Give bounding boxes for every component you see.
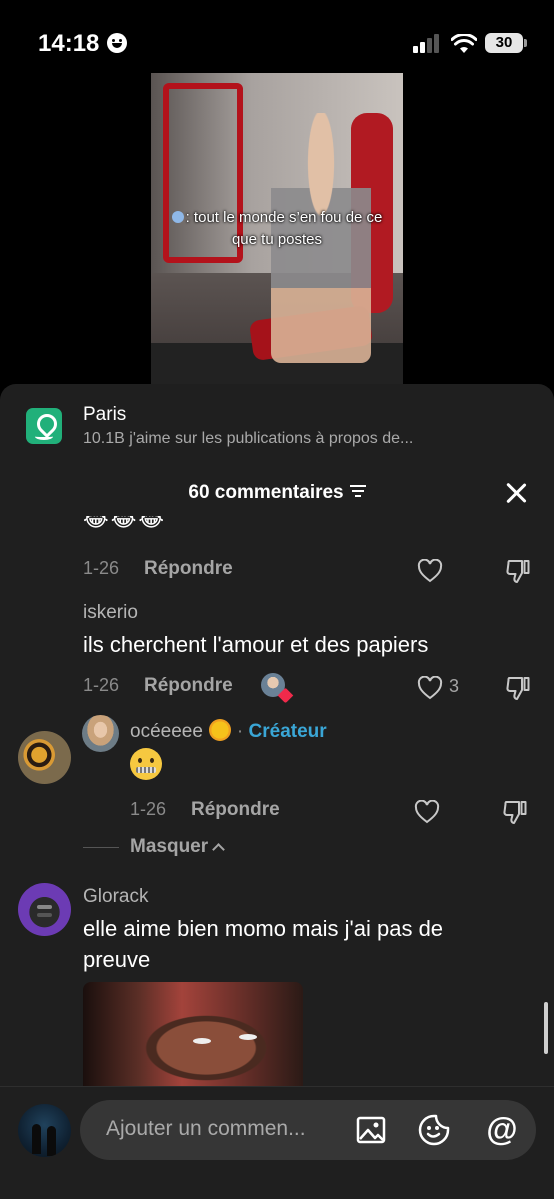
wifi-icon (451, 34, 477, 53)
hide-replies-button[interactable]: Masquer (130, 836, 226, 858)
creator-badge: Créateur (248, 721, 327, 742)
mention-icon[interactable]: @ (485, 1112, 519, 1146)
like-count: 3 (449, 676, 460, 696)
comment-emojis: 😂😂😂 (83, 516, 167, 531)
video-player[interactable]: : tout le monde s’en fou de ce que tu po… (151, 73, 403, 384)
comment-text: ils cherchent l'amour et des papiers (83, 632, 429, 657)
comment-username[interactable]: Glorack (83, 886, 148, 908)
comment-username[interactable]: iskerio (83, 602, 138, 624)
reply-button[interactable]: Répondre (191, 799, 280, 821)
emoji-icon[interactable] (418, 1114, 450, 1146)
comment-text: elle aime bien momo mais j'ai pas de pre… (83, 916, 444, 972)
comment-input-bar: Ajouter un commen... @ (0, 1086, 554, 1199)
speech-bubble-icon (171, 211, 184, 223)
divider (83, 847, 119, 848)
comment-input[interactable]: Ajouter un commen... @ (80, 1100, 536, 1160)
avatar[interactable] (18, 731, 71, 784)
comment-count[interactable]: 60 commentaires (0, 482, 554, 504)
sort-filter-icon (349, 485, 366, 497)
video-caption: : tout le monde s’en fou de ce que tu po… (161, 207, 393, 251)
place-banner[interactable]: Paris 10.1B j'aime sur les publications … (0, 384, 554, 474)
location-pin-icon (26, 408, 62, 444)
dislike-icon[interactable] (505, 558, 531, 584)
comment-username[interactable]: océeeee (130, 721, 203, 742)
comments-sheet: Paris 10.1B j'aime sur les publications … (0, 384, 554, 1199)
comment-date: 1-26 (83, 558, 120, 578)
avatar[interactable] (82, 715, 119, 752)
signal-icon (413, 34, 441, 53)
sun-emoji-icon (208, 719, 231, 741)
my-avatar[interactable] (18, 1104, 71, 1157)
comments-header: 60 commentaires (0, 480, 554, 516)
avatar[interactable] (18, 883, 71, 936)
comment-image[interactable] (83, 982, 303, 1086)
comment-input-placeholder: Ajouter un commen... (106, 1117, 306, 1140)
dislike-icon[interactable] (502, 799, 528, 825)
reply-username-line: océeeee · Créateur (130, 719, 327, 743)
image-icon[interactable] (356, 1116, 386, 1144)
battery-icon: 30 (485, 33, 527, 53)
heart-icon[interactable] (417, 676, 443, 700)
reply-button[interactable]: Répondre (144, 558, 233, 580)
close-icon[interactable] (503, 480, 529, 506)
chevron-up-icon (212, 843, 226, 856)
creator-liked-badge (261, 673, 285, 697)
heart-icon[interactable] (417, 559, 443, 583)
heart-icon[interactable] (414, 800, 440, 824)
zipper-mouth-emoji (130, 748, 162, 780)
status-time: 14:18 (38, 30, 100, 57)
comment-date: 1-26 (130, 799, 167, 819)
separator-dot: · (236, 721, 244, 742)
scrollbar[interactable] (544, 1002, 548, 1054)
dislike-icon[interactable] (505, 675, 531, 701)
place-title: Paris (83, 404, 127, 425)
comments-list[interactable]: 😂😂😂 1-26 Répondre iskerio ils cherchent … (0, 516, 554, 1086)
reply-button[interactable]: Répondre (144, 675, 233, 697)
comment-date: 1-26 (83, 675, 120, 695)
status-bar: 14:18 30 (0, 0, 554, 70)
face-emoji-icon (107, 33, 127, 53)
place-subtitle: 10.1B j'aime sur les publications à prop… (83, 430, 414, 447)
